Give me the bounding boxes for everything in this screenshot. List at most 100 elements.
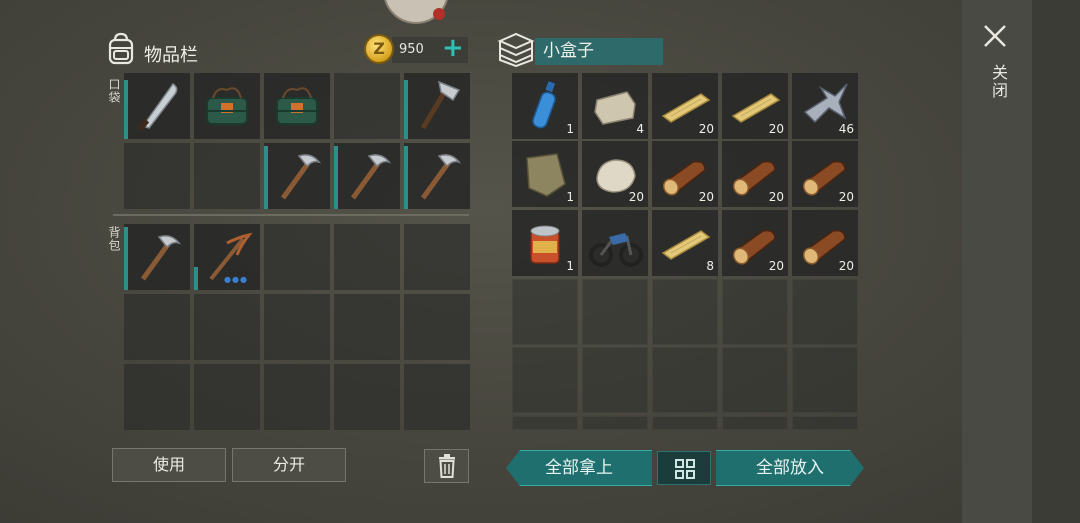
- durability-bar: [264, 146, 268, 209]
- dynamite-icon: [206, 87, 248, 125]
- durability-bar: [334, 146, 338, 209]
- container-slot[interactable]: [582, 210, 648, 276]
- container-slot[interactable]: [512, 416, 578, 430]
- container-slot[interactable]: 1: [512, 73, 578, 139]
- item-count: 20: [838, 259, 854, 273]
- container-slot[interactable]: 1: [512, 210, 578, 276]
- container-slot[interactable]: 20: [652, 141, 718, 207]
- plank-icon: [661, 230, 711, 260]
- container-slot[interactable]: [652, 416, 718, 430]
- container-slot[interactable]: 20: [792, 210, 858, 276]
- item-count: 1: [566, 259, 574, 273]
- pocket-slot[interactable]: [334, 143, 400, 209]
- container-slot[interactable]: 4: [582, 73, 648, 139]
- container-slot[interactable]: 20: [722, 141, 788, 207]
- backpack-slot[interactable]: ●●●: [194, 224, 260, 290]
- pocket-slot[interactable]: [404, 73, 470, 139]
- sort-button[interactable]: [657, 451, 711, 485]
- split-button[interactable]: 分开: [232, 448, 346, 482]
- backpack-slot[interactable]: [124, 294, 190, 360]
- item-count: 4: [636, 122, 644, 136]
- trash-icon: [438, 454, 455, 478]
- backpack-slot[interactable]: [334, 224, 400, 290]
- container-slot[interactable]: 8: [652, 210, 718, 276]
- item-count: 20: [768, 190, 784, 204]
- machete-icon: [136, 82, 178, 132]
- container-slot[interactable]: [652, 279, 718, 345]
- container-slot[interactable]: [582, 416, 648, 430]
- durability-bar: [124, 80, 128, 139]
- container-slot[interactable]: [792, 347, 858, 413]
- container-slot[interactable]: 20: [652, 73, 718, 139]
- player-avatar[interactable]: [383, 0, 449, 24]
- item-count: 46: [838, 122, 854, 136]
- backpack-slot[interactable]: [404, 224, 470, 290]
- water-bottle-icon: [532, 81, 556, 129]
- backpack-slot[interactable]: [124, 364, 190, 430]
- backpack-slot[interactable]: [264, 294, 330, 360]
- item-count: 20: [768, 122, 784, 136]
- pickaxe-icon: [280, 154, 322, 200]
- backpack-slot[interactable]: [124, 224, 190, 290]
- container-slot[interactable]: 20: [792, 141, 858, 207]
- trash-button[interactable]: [424, 449, 469, 483]
- container-slot[interactable]: [582, 347, 648, 413]
- close-icon[interactable]: [983, 24, 1007, 48]
- inventory-title: 物品栏: [144, 45, 198, 66]
- container-slot[interactable]: 46: [792, 73, 858, 139]
- put-all-button[interactable]: 全部放入: [716, 450, 864, 486]
- pocket-slot[interactable]: [264, 73, 330, 139]
- container-slot[interactable]: 1: [512, 141, 578, 207]
- container-slot[interactable]: [512, 279, 578, 345]
- backpack-slot[interactable]: [334, 294, 400, 360]
- cloth-icon: [526, 153, 566, 197]
- notification-dot: [433, 8, 445, 20]
- durability-bar: [194, 267, 198, 290]
- backpack-label: 背包: [107, 226, 121, 252]
- add-coins-button[interactable]: +: [442, 35, 464, 61]
- container-slot[interactable]: [722, 279, 788, 345]
- item-count: 20: [698, 190, 714, 204]
- container-slot[interactable]: [512, 347, 578, 413]
- backpack-slot[interactable]: [404, 364, 470, 430]
- pocket-slot[interactable]: [194, 73, 260, 139]
- grid-icon: [675, 459, 695, 479]
- backpack-slot[interactable]: [194, 294, 260, 360]
- item-count: 20: [838, 190, 854, 204]
- container-slot[interactable]: 20: [722, 73, 788, 139]
- durability-bar: [124, 227, 128, 290]
- container-slot[interactable]: [792, 416, 858, 430]
- backpack-slot[interactable]: [264, 364, 330, 430]
- container-slot[interactable]: 20: [722, 210, 788, 276]
- container-slot[interactable]: 20: [582, 141, 648, 207]
- pocket-slot[interactable]: [404, 143, 470, 209]
- container-title[interactable]: 小盒子: [535, 38, 663, 65]
- coin-icon: Z: [364, 34, 394, 64]
- container-slot[interactable]: [582, 279, 648, 345]
- stone-block-icon: [594, 91, 636, 125]
- pocket-slot[interactable]: [334, 73, 400, 139]
- backpack-slot[interactable]: [334, 364, 400, 430]
- close-label[interactable]: 关闭: [986, 64, 1010, 100]
- item-count: 8: [706, 259, 714, 273]
- durability-bar: [404, 146, 408, 209]
- pocket-slot[interactable]: [124, 73, 190, 139]
- backpack-slot[interactable]: [194, 364, 260, 430]
- container-slot[interactable]: [792, 279, 858, 345]
- backpack-slot[interactable]: [404, 294, 470, 360]
- container-slot[interactable]: [722, 347, 788, 413]
- motorcycle-icon: [589, 233, 643, 267]
- use-button[interactable]: 使用: [112, 448, 226, 482]
- pocket-slot[interactable]: [264, 143, 330, 209]
- item-count: 20: [768, 259, 784, 273]
- section-divider: [113, 214, 469, 216]
- container-slot[interactable]: [722, 416, 788, 430]
- pocket-slot[interactable]: [194, 143, 260, 209]
- take-all-button[interactable]: 全部拿上: [506, 450, 652, 486]
- item-count: 20: [628, 190, 644, 204]
- canned-food-icon: [530, 225, 560, 264]
- durability-bar: [404, 80, 408, 139]
- backpack-slot[interactable]: [264, 224, 330, 290]
- pocket-slot[interactable]: [124, 143, 190, 209]
- container-slot[interactable]: [652, 347, 718, 413]
